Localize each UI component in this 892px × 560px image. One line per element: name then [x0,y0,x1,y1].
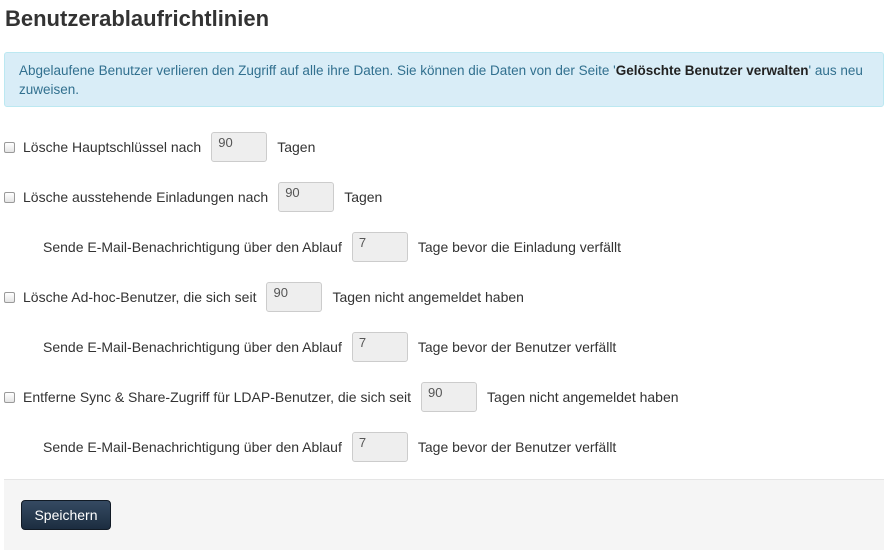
rule-ldap-users: Entferne Sync & Share-Zugriff für LDAP-B… [0,381,679,413]
ldap-users-notify-row: Sende E-Mail-Benachrichtigung über den A… [43,431,616,463]
adhoc-users-unit: Tagen nicht angemeldet haben [332,289,524,305]
page-title: Benutzerablaufrichtlinien [5,6,270,31]
adhoc-users-notify-label: Sende E-Mail-Benachrichtigung über den A… [43,339,342,355]
adhoc-users-notify-input[interactable] [351,332,408,362]
adhoc-users-days-input[interactable] [266,282,323,312]
ldap-users-days-input[interactable] [421,382,478,412]
ldap-users-checkbox[interactable] [4,391,15,403]
master-key-days-input[interactable] [211,132,268,162]
deleted-users-link[interactable]: Gelöschte Benutzer verwalten [616,63,809,78]
save-button[interactable]: Speichern [21,500,111,530]
adhoc-users-checkbox[interactable] [4,291,15,303]
pending-invites-unit: Tagen [344,189,383,205]
master-key-checkbox[interactable] [4,141,15,153]
pending-invites-days-input[interactable] [278,182,335,212]
ldap-users-unit: Tagen nicht angemeldet haben [487,389,679,405]
adhoc-users-notify-row: Sende E-Mail-Benachrichtigung über den A… [43,331,616,363]
rule-master-key: Lösche Hauptschlüssel nach Tagen [0,131,315,163]
rule-adhoc-users: Lösche Ad-hoc-Benutzer, die sich seit Ta… [0,281,524,313]
pending-invites-checkbox[interactable] [4,191,15,203]
pending-invites-notify-row: Sende E-Mail-Benachrichtigung über den A… [43,231,621,263]
ldap-users-notify-input[interactable] [351,432,408,462]
rule-pending-invites: Lösche ausstehende Einladungen nach Tage… [0,181,382,213]
ldap-users-notify-unit: Tage bevor der Benutzer verfällt [417,439,617,455]
form-footer: Speichern [4,479,884,550]
master-key-label: Lösche Hauptschlüssel nach [23,139,202,155]
info-text-prefix: Abgelaufene Benutzer verlieren den Zugri… [19,63,616,78]
master-key-unit: Tagen [277,139,316,155]
pending-invites-notify-unit: Tage bevor die Einladung verfällt [417,239,622,255]
ldap-users-label: Entferne Sync & Share-Zugriff für LDAP-B… [23,389,412,405]
info-alert: Abgelaufene Benutzer verlieren den Zugri… [4,52,884,107]
ldap-users-notify-label: Sende E-Mail-Benachrichtigung über den A… [43,439,342,455]
pending-invites-notify-label: Sende E-Mail-Benachrichtigung über den A… [43,239,342,255]
pending-invites-notify-input[interactable] [351,232,408,262]
pending-invites-label: Lösche ausstehende Einladungen nach [23,189,269,205]
adhoc-users-notify-unit: Tage bevor der Benutzer verfällt [417,339,617,355]
adhoc-users-label: Lösche Ad-hoc-Benutzer, die sich seit [23,289,257,305]
